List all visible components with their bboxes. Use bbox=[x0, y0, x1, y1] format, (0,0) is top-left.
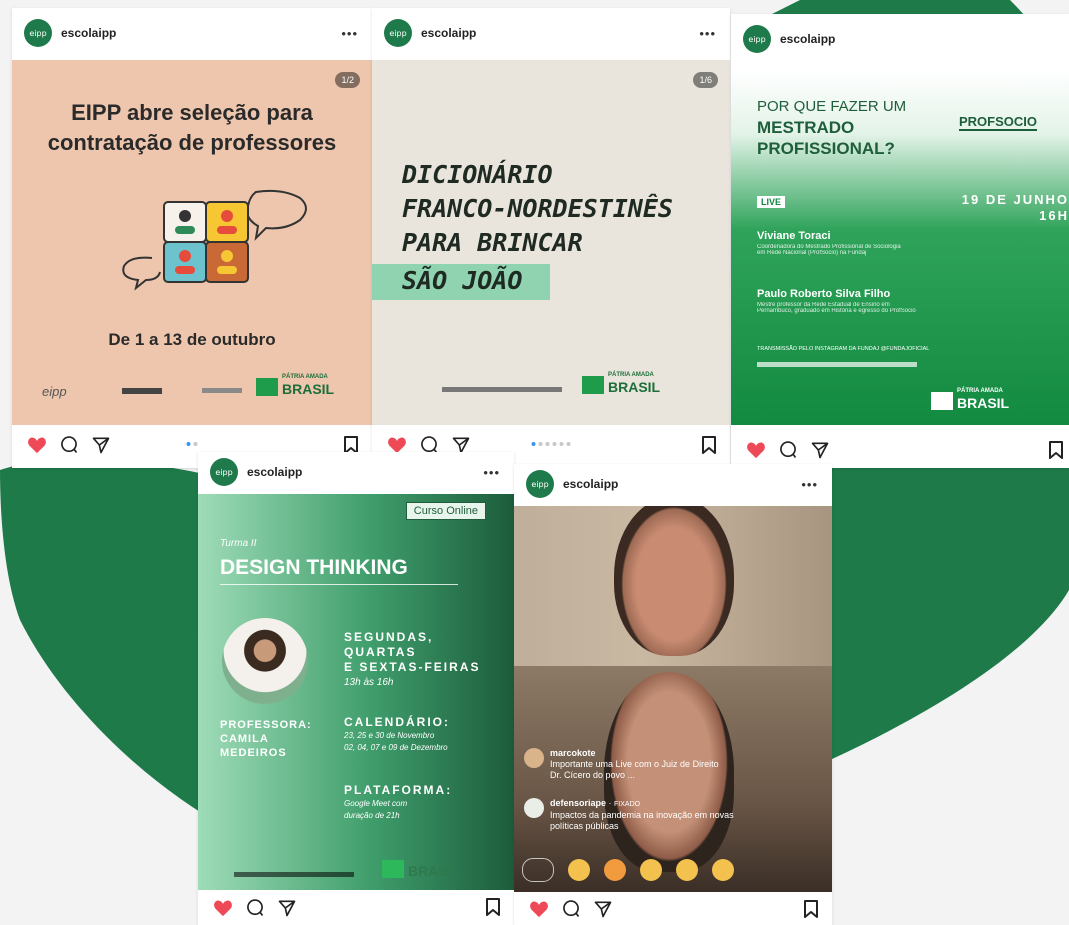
title-underline bbox=[220, 584, 458, 585]
post-headline: DICIONÁRIO FRANCO-NORDESTINÊS PARA BRINC… bbox=[402, 160, 673, 257]
more-options-icon[interactable]: ••• bbox=[483, 465, 500, 480]
profile-avatar[interactable]: eipp bbox=[24, 19, 52, 47]
video-feed-top bbox=[514, 506, 832, 666]
partner-logos bbox=[442, 387, 562, 392]
post-image[interactable]: POR QUE FAZER UM MESTRADO PROFISSIONAL? … bbox=[731, 70, 1069, 425]
share-icon[interactable] bbox=[592, 898, 614, 920]
bookmark-icon[interactable] bbox=[698, 434, 720, 456]
carousel-dots bbox=[531, 442, 571, 446]
course-title: DESIGN THINKING bbox=[220, 556, 408, 579]
bookmark-icon[interactable] bbox=[800, 898, 822, 920]
post-card-5: eipp escolaipp ••• marcokote Importante … bbox=[514, 464, 832, 925]
partner-logos bbox=[234, 872, 354, 877]
profile-avatar[interactable]: eipp bbox=[384, 19, 412, 47]
username[interactable]: escolaipp bbox=[421, 26, 699, 40]
class-label: Turma II bbox=[220, 538, 257, 549]
brasil-logo: PÁTRIA AMADA BRASIL bbox=[256, 374, 336, 400]
course-badge: Curso Online bbox=[405, 502, 486, 520]
username[interactable]: escolaipp bbox=[247, 465, 483, 479]
more-options-icon[interactable]: ••• bbox=[341, 26, 358, 41]
brasil-logo: PÁTRIA AMADA BRASIL bbox=[931, 388, 1031, 414]
post-card-4: eipp escolaipp ••• Curso Online Turma II… bbox=[198, 452, 514, 925]
live-video[interactable]: marcokote Importante uma Live com o Juiz… bbox=[514, 506, 832, 892]
carousel-dots bbox=[186, 442, 198, 446]
like-heart-icon[interactable] bbox=[26, 434, 48, 456]
calendar-info: CALENDÁRIO: 23, 25 e 30 de Novembro 02, … bbox=[344, 715, 450, 752]
username[interactable]: escolaipp bbox=[563, 477, 801, 491]
event-date: 19 DE JUNHO 16H bbox=[961, 192, 1069, 223]
post-header: eipp escolaipp ••• bbox=[12, 8, 372, 58]
carousel-counter: 1/6 bbox=[693, 72, 718, 88]
like-heart-icon[interactable] bbox=[528, 898, 550, 920]
post-image[interactable]: 1/6 DICIONÁRIO FRANCO-NORDESTINÊS PARA B… bbox=[372, 60, 730, 425]
comment-icon[interactable] bbox=[244, 897, 266, 919]
emoji-reaction-icon[interactable] bbox=[640, 859, 662, 881]
like-heart-icon[interactable] bbox=[745, 439, 767, 461]
speaker-1: Viviane Toraci Coordenadora do Mestrado … bbox=[757, 230, 901, 256]
comment-icon[interactable] bbox=[58, 434, 80, 456]
post-dates: De 1 a 13 de outubro bbox=[108, 330, 276, 349]
live-comment-1: marcokote Importante uma Live com o Juiz… bbox=[524, 748, 719, 781]
eipp-logo: eipp bbox=[42, 384, 67, 399]
post-image[interactable]: 1/2 EIPP abre seleção para contratação d… bbox=[12, 60, 372, 425]
reaction-bar bbox=[522, 856, 826, 884]
username[interactable]: escolaipp bbox=[61, 26, 341, 40]
username[interactable]: escolaipp bbox=[780, 32, 1069, 46]
commenter-avatar bbox=[524, 748, 544, 768]
post-headline-highlight: SÃO JOÃO bbox=[402, 266, 523, 295]
emoji-reaction-icon[interactable] bbox=[604, 859, 626, 881]
ministry-logo bbox=[202, 388, 242, 393]
fundaj-logo bbox=[122, 388, 162, 394]
carousel-counter: 1/2 bbox=[335, 72, 360, 88]
post-card-1: eipp escolaipp ••• 1/2 EIPP abre seleção… bbox=[12, 8, 372, 468]
emoji-reaction-icon[interactable] bbox=[568, 859, 590, 881]
bookmark-icon[interactable] bbox=[482, 896, 504, 918]
profile-avatar[interactable]: eipp bbox=[526, 470, 554, 498]
post-title: EIPP abre seleção para contratação de pr… bbox=[47, 100, 337, 155]
comment-icon[interactable] bbox=[560, 898, 582, 920]
post-header: eipp escolaipp ••• bbox=[514, 464, 832, 504]
speaker-2: Paulo Roberto Silva Filho Mestre profess… bbox=[757, 288, 916, 314]
live-comment-2: defensoriape · FIXADO Impactos da pandem… bbox=[524, 798, 734, 832]
more-options-icon[interactable]: ••• bbox=[801, 477, 818, 492]
post-header: eipp escolaipp ••• bbox=[198, 452, 514, 492]
profsocio-logo: PROFSOCIO bbox=[959, 114, 1038, 131]
broadcast-note: TRANSMISSÃO PELO INSTAGRAM DA FUNDAJ @FU… bbox=[757, 346, 930, 352]
brasil-logo: BRASIL bbox=[382, 856, 482, 882]
comment-icon[interactable] bbox=[777, 439, 799, 461]
post-header: eipp escolaipp ••• bbox=[372, 8, 730, 58]
post-header: eipp escolaipp bbox=[731, 14, 1069, 64]
post-card-3: eipp escolaipp POR QUE FAZER UM MESTRADO… bbox=[731, 14, 1069, 468]
platform-info: PLATAFORMA: Google Meet com duração de 2… bbox=[344, 783, 453, 820]
emoji-reaction-icon[interactable] bbox=[676, 859, 698, 881]
teacher-photo bbox=[222, 618, 308, 704]
live-badge: LIVE bbox=[757, 196, 786, 208]
commenter-avatar bbox=[524, 798, 544, 818]
emoji-reaction-icon[interactable] bbox=[712, 859, 734, 881]
like-heart-icon[interactable] bbox=[212, 897, 234, 919]
post-actions bbox=[198, 890, 514, 925]
chat-people-illustration bbox=[122, 189, 307, 291]
comment-input[interactable] bbox=[522, 858, 554, 882]
schedule-days: SEGUNDAS, QUARTAS E SEXTAS-FEIRAS 13h às… bbox=[344, 630, 481, 688]
share-icon[interactable] bbox=[276, 897, 298, 919]
profile-avatar[interactable]: eipp bbox=[743, 25, 771, 53]
brasil-logo: PÁTRIA AMADA BRASIL bbox=[582, 372, 672, 398]
post-actions bbox=[514, 892, 832, 925]
bookmark-icon[interactable] bbox=[1045, 439, 1067, 461]
teacher-info: PROFESSORA: CAMILA MEDEIROS bbox=[220, 719, 312, 759]
share-icon[interactable] bbox=[90, 434, 112, 456]
question-text: POR QUE FAZER UM MESTRADO PROFISSIONAL? bbox=[757, 98, 907, 158]
social-handles bbox=[757, 362, 917, 367]
share-icon[interactable] bbox=[809, 439, 831, 461]
post-card-2: eipp escolaipp ••• 1/6 DICIONÁRIO FRANCO… bbox=[372, 8, 730, 468]
more-options-icon[interactable]: ••• bbox=[699, 26, 716, 41]
profile-avatar[interactable]: eipp bbox=[210, 458, 238, 486]
post-image[interactable]: Curso Online Turma II DESIGN THINKING PR… bbox=[198, 494, 514, 890]
